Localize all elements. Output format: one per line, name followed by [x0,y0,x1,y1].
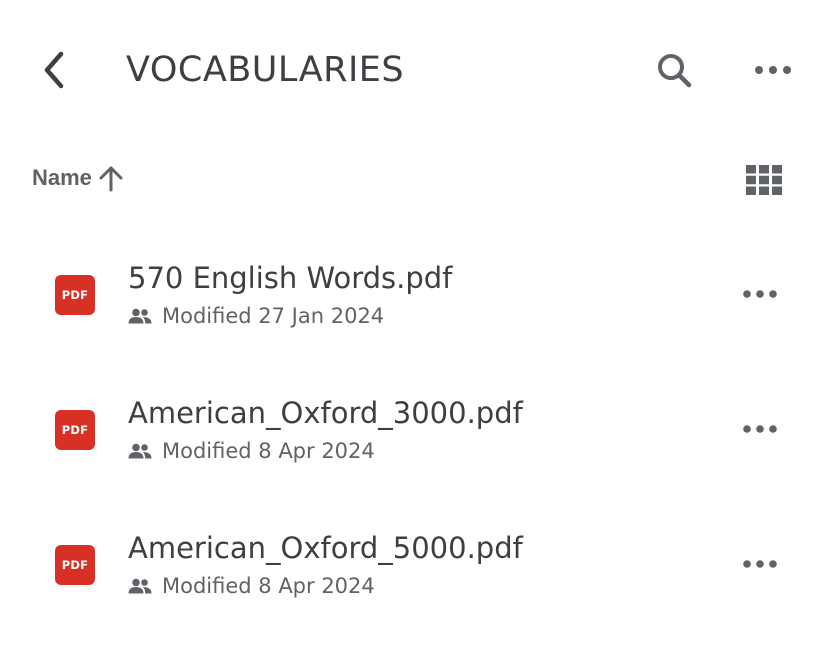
search-button[interactable] [650,46,700,96]
sort-by-name-button[interactable]: Name [32,164,124,192]
search-icon [658,54,692,88]
people-icon [128,308,152,324]
modified-date: Modified 27 Jan 2024 [162,304,385,328]
pdf-icon: PDF [55,410,95,450]
modified-date: Modified 8 Apr 2024 [162,574,375,598]
more-options-button[interactable] [748,50,798,90]
grid-view-icon [746,165,782,195]
pdf-icon: PDF [55,275,95,315]
list-item[interactable]: PDF 570 English Words.pdf Modified 27 Ja… [0,228,828,363]
file-more-button[interactable] [736,546,784,582]
modified-date: Modified 8 Apr 2024 [162,439,375,463]
people-icon [128,578,152,594]
file-name: American_Oxford_5000.pdf [128,531,523,565]
file-list: PDF 570 English Words.pdf Modified 27 Ja… [0,228,828,633]
sort-bar: Name [0,150,828,210]
more-horizontal-icon [743,560,777,568]
top-app-bar: VOCABULARIES [0,0,828,140]
file-meta: Modified 8 Apr 2024 [128,439,375,463]
pdf-icon-label: PDF [61,558,89,572]
back-button[interactable] [30,46,78,94]
pdf-icon-label: PDF [61,423,89,437]
pdf-icon-label: PDF [61,288,89,302]
file-more-button[interactable] [736,411,784,447]
grid-view-button[interactable] [740,160,788,200]
more-horizontal-icon [743,290,777,298]
list-item[interactable]: PDF American_Oxford_5000.pdf Modified 8 … [0,498,828,633]
file-name: 570 English Words.pdf [128,261,453,295]
file-name: American_Oxford_3000.pdf [128,396,523,430]
chevron-left-icon [44,51,64,89]
pdf-icon: PDF [55,545,95,585]
file-more-button[interactable] [736,276,784,312]
page-title: VOCABULARIES [126,50,405,90]
file-meta: Modified 8 Apr 2024 [128,574,375,598]
more-horizontal-icon [743,425,777,433]
arrow-up-icon [99,166,123,192]
more-horizontal-icon [755,66,791,74]
people-icon [128,443,152,459]
file-meta: Modified 27 Jan 2024 [128,304,384,328]
list-item[interactable]: PDF American_Oxford_3000.pdf Modified 8 … [0,363,828,498]
sort-label: Name [32,165,92,190]
